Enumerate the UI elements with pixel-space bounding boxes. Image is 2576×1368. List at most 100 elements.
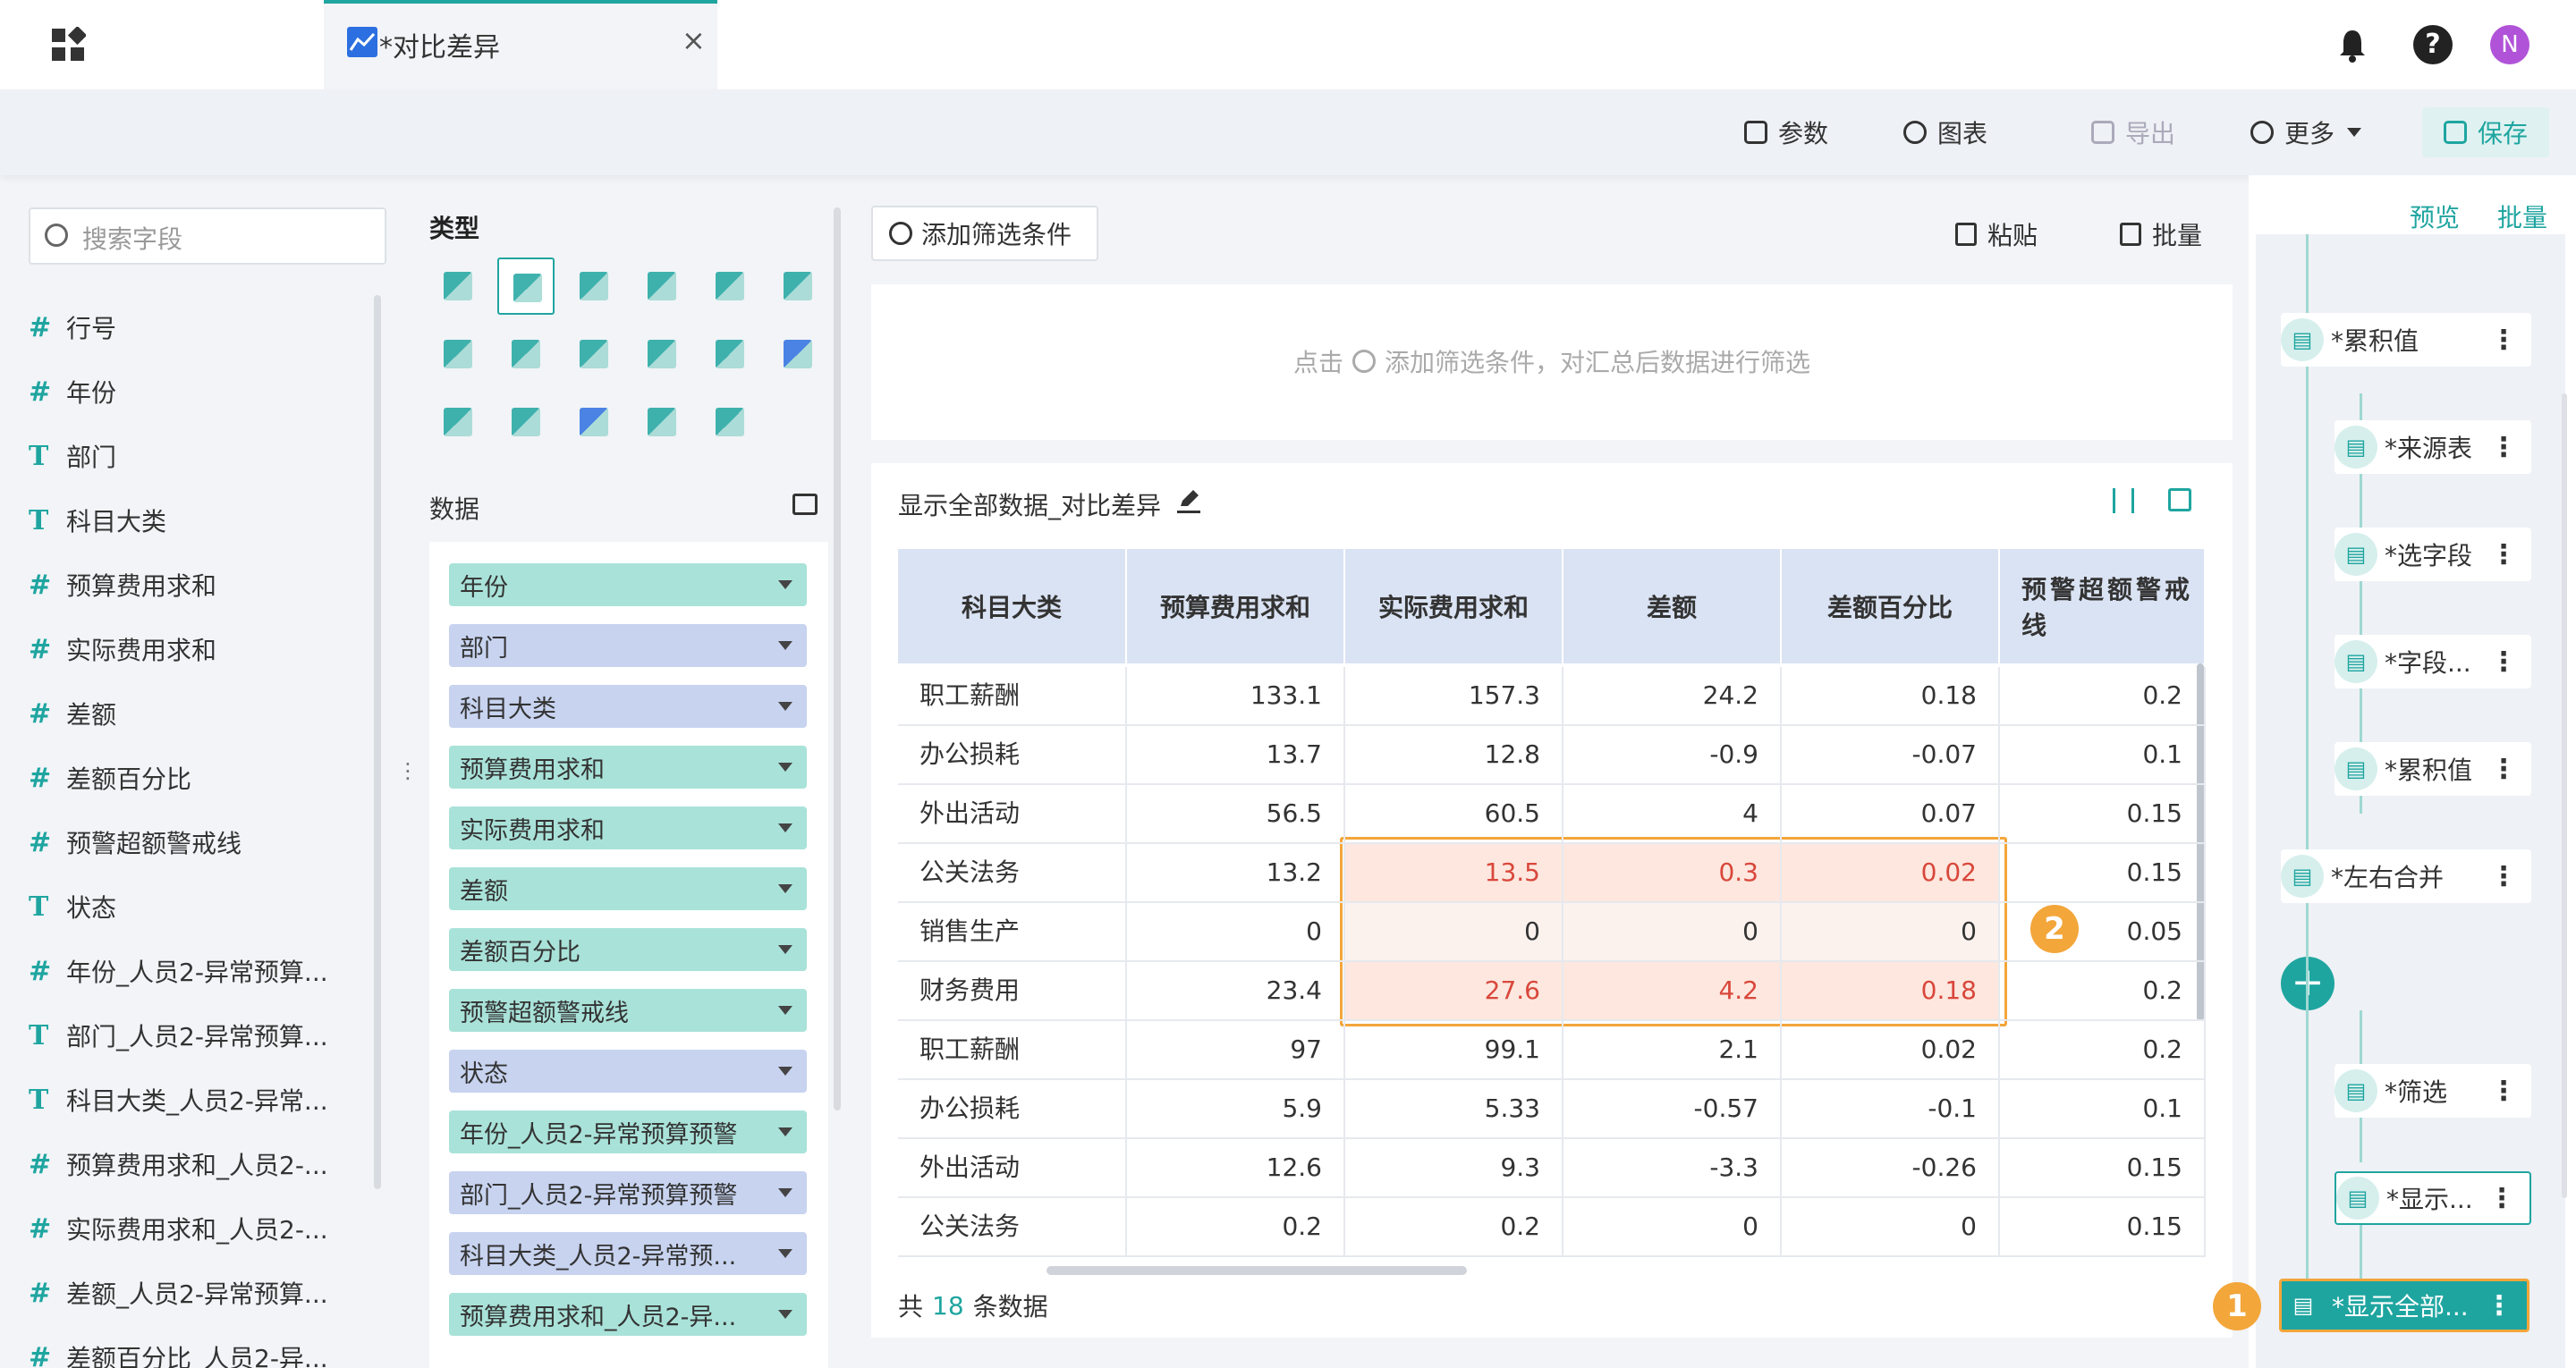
combo-icon[interactable] bbox=[701, 258, 758, 315]
chevron-down-icon[interactable] bbox=[778, 1188, 792, 1197]
field-item[interactable]: # 预警超额警戒线 bbox=[29, 810, 242, 874]
flow-node[interactable]: ▤ *左右合并 ⋮ bbox=[2281, 849, 2531, 903]
more-vertical-icon[interactable]: ⋮ bbox=[2488, 1183, 2515, 1214]
table-row[interactable]: 职工薪酬 133.1 157.3 24.2 0.18 0.2 bbox=[898, 667, 2206, 726]
more-vertical-icon[interactable]: ⋮ bbox=[2490, 539, 2517, 570]
data-field-pill[interactable]: 差额百分比 bbox=[449, 928, 807, 971]
field-item[interactable]: # 差额百分比_人员2-异... bbox=[29, 1325, 328, 1368]
expand-icon[interactable] bbox=[2168, 488, 2191, 511]
help-icon[interactable]: ? bbox=[2413, 25, 2453, 64]
data-field-pill[interactable]: 预算费用求和_人员2-异... bbox=[449, 1293, 807, 1336]
scatter-icon[interactable] bbox=[701, 325, 758, 383]
card-grid-icon[interactable] bbox=[769, 325, 826, 383]
flow-node[interactable]: ▤ *筛选 ⋮ bbox=[2334, 1064, 2531, 1118]
gauge-icon[interactable] bbox=[565, 325, 623, 383]
more-button[interactable]: 更多 bbox=[2250, 114, 2362, 150]
table-row[interactable]: 办公损耗 13.7 12.8 -0.9 -0.07 0.1 bbox=[898, 726, 2206, 785]
field-item[interactable]: # 实际费用求和 bbox=[29, 617, 216, 681]
table-row[interactable]: 职工薪酬 97 99.1 2.1 0.02 0.2 bbox=[898, 1021, 2206, 1080]
data-field-pill[interactable]: 状态 bbox=[449, 1050, 807, 1093]
data-field-pill[interactable]: 部门 bbox=[449, 624, 807, 667]
export-button[interactable]: 导出 bbox=[2091, 114, 2175, 150]
chevron-down-icon[interactable] bbox=[778, 1249, 792, 1258]
close-icon[interactable]: × bbox=[682, 23, 706, 57]
params-button[interactable]: 参数 bbox=[1744, 114, 1828, 150]
data-field-pill[interactable]: 科目大类 bbox=[449, 685, 807, 728]
flow-node[interactable]: ▤ *显示全部... ⋮ bbox=[2279, 1279, 2529, 1332]
column-header[interactable]: 差额 bbox=[1563, 549, 1782, 663]
column-header[interactable]: 预警超额警戒线 bbox=[2000, 549, 2206, 663]
table-row[interactable]: 办公损耗 5.9 5.33 -0.57 -0.1 0.1 bbox=[898, 1080, 2206, 1139]
number-icon[interactable] bbox=[565, 393, 623, 451]
data-field-pill[interactable]: 差额 bbox=[449, 867, 807, 910]
more-vertical-icon[interactable]: ⋮ bbox=[2490, 325, 2517, 356]
flow-node[interactable]: ▤ *累积值 ⋮ bbox=[2334, 742, 2531, 796]
document-tab[interactable]: *对比差异 × bbox=[324, 0, 717, 89]
dataset-icon[interactable] bbox=[792, 494, 818, 515]
scrollbar[interactable] bbox=[834, 207, 841, 1110]
field-item[interactable]: # 年份 bbox=[29, 359, 116, 424]
chevron-down-icon[interactable] bbox=[778, 1067, 792, 1076]
more-vertical-icon[interactable]: ⋮ bbox=[2490, 861, 2517, 892]
more-vertical-icon[interactable]: ⋮ bbox=[2490, 646, 2517, 678]
chevron-down-icon[interactable] bbox=[778, 945, 792, 954]
bar-chart-icon[interactable] bbox=[565, 258, 623, 315]
field-item[interactable]: T 部门_人员2-异常预算... bbox=[29, 1003, 328, 1068]
field-item[interactable]: # 预算费用求和_人员2-... bbox=[29, 1132, 328, 1196]
tab-batch[interactable]: 批量 bbox=[2497, 198, 2547, 234]
detail-table-icon[interactable] bbox=[497, 258, 555, 315]
more-vertical-icon[interactable]: ⋮ bbox=[2490, 1076, 2517, 1107]
sort-icon[interactable] bbox=[2113, 488, 2134, 513]
radar-icon[interactable] bbox=[429, 393, 487, 451]
flow-node[interactable]: ▤ *选字段 ⋮ bbox=[2334, 528, 2531, 581]
paste-button[interactable]: 粘贴 bbox=[1955, 216, 2038, 252]
data-field-pill[interactable]: 实际费用求和 bbox=[449, 806, 807, 849]
avatar[interactable]: N bbox=[2490, 25, 2529, 64]
table-icon[interactable] bbox=[429, 258, 487, 315]
table-row[interactable]: 外出活动 56.5 60.5 4 0.07 0.15 bbox=[898, 785, 2206, 844]
field-item[interactable]: # 年份_人员2-异常预算... bbox=[29, 939, 328, 1003]
field-item[interactable]: # 差额_人员2-异常预算... bbox=[29, 1261, 328, 1325]
funnel-icon[interactable] bbox=[497, 393, 555, 451]
chevron-down-icon[interactable] bbox=[778, 1127, 792, 1136]
save-button[interactable]: 保存 bbox=[2422, 107, 2549, 157]
scrollbar[interactable] bbox=[374, 295, 381, 1189]
scrollbar[interactable] bbox=[2562, 393, 2567, 1198]
data-field-pill[interactable]: 年份 bbox=[449, 563, 807, 606]
chevron-down-icon[interactable] bbox=[778, 1006, 792, 1015]
more-vertical-icon[interactable]: ⋮ bbox=[2486, 1290, 2512, 1322]
chevron-down-icon[interactable] bbox=[778, 1310, 792, 1319]
batch-button[interactable]: 批量 bbox=[2120, 216, 2202, 252]
field-item[interactable]: # 预算费用求和 bbox=[29, 553, 216, 617]
table-row[interactable]: 财务费用 23.4 27.6 4.2 0.18 0.2 bbox=[898, 962, 2206, 1021]
chevron-down-icon[interactable] bbox=[778, 702, 792, 711]
flow-node[interactable]: ▤ *累积值 ⋮ bbox=[2281, 313, 2531, 367]
chevron-down-icon[interactable] bbox=[778, 580, 792, 589]
field-item[interactable]: T 科目大类_人员2-异常... bbox=[29, 1068, 328, 1132]
app-grid-icon[interactable] bbox=[50, 25, 88, 63]
bell-icon[interactable] bbox=[2333, 25, 2372, 64]
map-icon[interactable] bbox=[497, 325, 555, 383]
text-icon[interactable] bbox=[633, 393, 691, 451]
field-item[interactable]: # 差额百分比 bbox=[29, 746, 191, 810]
chevron-down-icon[interactable] bbox=[778, 823, 792, 832]
table-row[interactable]: 公关法务 0.2 0.2 0 0 0.15 bbox=[898, 1198, 2206, 1257]
grouped-bar-icon[interactable] bbox=[633, 325, 691, 383]
column-header[interactable]: 预算费用求和 bbox=[1127, 549, 1345, 663]
chart-button[interactable]: 图表 bbox=[1903, 114, 1987, 150]
column-header[interactable]: 差额百分比 bbox=[1782, 549, 2000, 663]
field-item[interactable]: # 实际费用求和_人员2-... bbox=[29, 1196, 328, 1261]
column-header[interactable]: 实际费用求和 bbox=[1345, 549, 1563, 663]
area-icon[interactable] bbox=[429, 325, 487, 383]
flow-node[interactable]: ▤ *字段... ⋮ bbox=[2334, 635, 2531, 688]
field-item[interactable]: T 科目大类 bbox=[29, 488, 166, 553]
data-field-pill[interactable]: 部门_人员2-异常预算预警 bbox=[449, 1171, 807, 1214]
splitter-handle[interactable]: ⋮ bbox=[397, 758, 419, 783]
pie-icon[interactable] bbox=[769, 258, 826, 315]
field-item[interactable]: T 部门 bbox=[29, 424, 116, 488]
more-vertical-icon[interactable]: ⋮ bbox=[2490, 754, 2517, 785]
flow-node[interactable]: ▤ *显示... ⋮ bbox=[2334, 1171, 2531, 1225]
chevron-down-icon[interactable] bbox=[778, 641, 792, 650]
data-field-pill[interactable]: 科目大类_人员2-异常预... bbox=[449, 1232, 807, 1275]
tab-preview[interactable]: 预览 bbox=[2410, 198, 2460, 234]
